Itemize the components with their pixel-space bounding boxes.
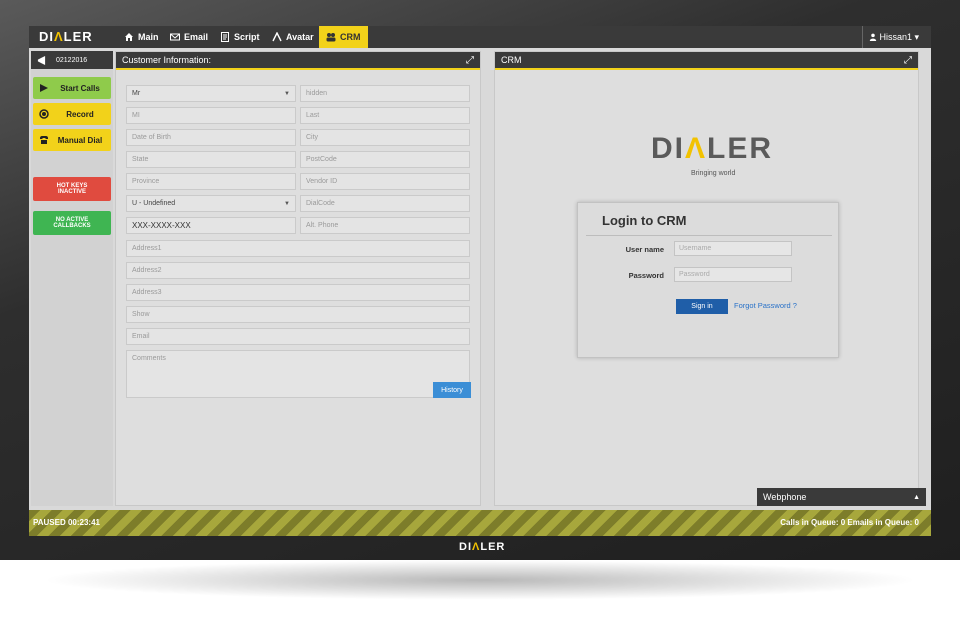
callbacks-status[interactable]: NO ACTIVE CALLBACKS bbox=[33, 211, 111, 235]
address2-field[interactable]: Address2 bbox=[126, 262, 470, 279]
show-field[interactable]: Show bbox=[126, 306, 470, 323]
password-input[interactable]: Password bbox=[674, 267, 792, 282]
users-icon bbox=[326, 33, 336, 42]
vendor-id-field[interactable]: Vendor ID bbox=[300, 173, 470, 190]
province-field[interactable]: Province bbox=[126, 173, 296, 190]
forgot-password-link[interactable]: Forgot Password ? bbox=[734, 301, 797, 310]
start-calls-button[interactable]: Start Calls bbox=[33, 77, 111, 99]
customer-info-title: Customer Information: bbox=[122, 55, 212, 65]
tab-script-label: Script bbox=[234, 32, 260, 42]
address3-field[interactable]: Address3 bbox=[126, 284, 470, 301]
comments-field[interactable]: Comments bbox=[126, 350, 470, 398]
customer-info-header: Customer Information: ⤢ bbox=[116, 52, 480, 70]
customer-info-panel: Customer Information: ⤢ Mr ▼ hidden MI La… bbox=[115, 51, 481, 506]
salutation-select[interactable]: Mr ▼ bbox=[126, 85, 296, 102]
avatar-icon bbox=[272, 32, 282, 42]
record-label: Record bbox=[66, 109, 94, 119]
address1-field[interactable]: Address1 bbox=[126, 240, 470, 257]
crm-panel: CRM ⤢ DIΛLER Bringing world Login to CRM… bbox=[494, 51, 919, 506]
tab-main-label: Main bbox=[138, 32, 159, 42]
tab-main[interactable]: Main bbox=[117, 26, 166, 48]
username-label: User name bbox=[625, 245, 664, 254]
home-icon bbox=[125, 33, 133, 41]
envelope-icon bbox=[170, 33, 180, 41]
sidebar-header: 02122016 bbox=[31, 51, 113, 69]
user-name: Hissan1 ▾ bbox=[879, 31, 919, 42]
email-field[interactable]: Email bbox=[126, 328, 470, 345]
tab-avatar[interactable]: Avatar bbox=[265, 26, 321, 48]
login-box: Login to CRM User name Username Password… bbox=[577, 202, 839, 358]
last-name-field[interactable]: Last bbox=[300, 107, 470, 124]
login-divider bbox=[586, 235, 832, 236]
login-title: Login to CRM bbox=[602, 213, 687, 228]
tab-avatar-label: Avatar bbox=[286, 32, 314, 42]
phone-field[interactable]: XXX-XXXX-XXX bbox=[126, 217, 296, 234]
expand-icon[interactable]: ⤢ bbox=[904, 55, 912, 66]
sidebar-date: 02122016 bbox=[56, 56, 88, 64]
caret-up-icon[interactable]: ▲ bbox=[913, 494, 920, 501]
postcode-field[interactable]: PostCode bbox=[300, 151, 470, 168]
tab-crm-label: CRM bbox=[340, 32, 361, 42]
city-field[interactable]: City bbox=[300, 129, 470, 146]
dialcode-field[interactable]: DialCode bbox=[300, 195, 470, 212]
record-icon bbox=[39, 109, 49, 119]
sign-in-button[interactable]: Sign in bbox=[676, 299, 728, 314]
expand-icon[interactable]: ⤢ bbox=[466, 55, 474, 66]
state-field[interactable]: State bbox=[126, 151, 296, 168]
left-sidebar: 02122016 Start Calls Record Manual Dial … bbox=[31, 51, 113, 506]
tab-script[interactable]: Script bbox=[213, 26, 267, 48]
alt-phone-field[interactable]: Alt. Phone bbox=[300, 217, 470, 234]
crm-logo-tagline: Bringing world bbox=[691, 170, 736, 177]
device-shadow bbox=[40, 560, 920, 600]
phone-icon bbox=[40, 136, 48, 144]
document-icon bbox=[221, 32, 229, 42]
history-button[interactable]: History bbox=[433, 382, 471, 398]
middle-initial-field[interactable]: MI bbox=[126, 107, 296, 124]
dropdown-caret-icon: ▼ bbox=[284, 90, 290, 97]
hot-keys-label: HOT KEYS INACTIVE bbox=[56, 183, 88, 195]
play-icon bbox=[40, 84, 48, 92]
user-icon bbox=[870, 33, 877, 41]
pause-timer: PAUSED 00:23:41 bbox=[33, 518, 100, 527]
status-bar: PAUSED 00:23:41 Calls in Queue: 0 Emails… bbox=[29, 510, 931, 536]
bezel-logo: DIΛLER bbox=[459, 541, 506, 553]
tab-email-label: Email bbox=[184, 32, 209, 42]
gender-select[interactable]: U - Undefined ▼ bbox=[126, 195, 296, 212]
crm-header: CRM ⤢ bbox=[495, 52, 918, 70]
record-button[interactable]: Record bbox=[33, 103, 111, 125]
crm-title: CRM bbox=[501, 55, 522, 65]
start-calls-label: Start Calls bbox=[60, 83, 100, 93]
app-screen: DIΛLER Main Email Script Avatar CRM Hiss… bbox=[29, 26, 931, 536]
dropdown-caret-icon: ▼ bbox=[284, 200, 290, 207]
queue-counts: Calls in Queue: 0 Emails in Queue: 0 bbox=[780, 518, 919, 527]
user-menu[interactable]: Hissan1 ▾ bbox=[862, 26, 919, 48]
manual-dial-button[interactable]: Manual Dial bbox=[33, 129, 111, 151]
tab-email[interactable]: Email bbox=[163, 26, 215, 48]
username-input[interactable]: Username bbox=[674, 241, 792, 256]
crm-logo: DIΛLER bbox=[651, 132, 774, 165]
app-logo: DIΛLER bbox=[39, 29, 93, 44]
webphone-bar[interactable]: Webphone ▲ bbox=[757, 488, 926, 506]
webphone-label: Webphone bbox=[763, 492, 807, 502]
megaphone-icon bbox=[37, 55, 46, 65]
manual-dial-label: Manual Dial bbox=[57, 135, 103, 145]
hidden-field[interactable]: hidden bbox=[300, 85, 470, 102]
hot-keys-status: HOT KEYS INACTIVE bbox=[33, 177, 111, 201]
password-label: Password bbox=[628, 271, 664, 280]
tab-crm[interactable]: CRM bbox=[319, 26, 368, 48]
dob-field[interactable]: Date of Birth bbox=[126, 129, 296, 146]
top-nav: DIΛLER Main Email Script Avatar CRM Hiss… bbox=[29, 26, 931, 48]
callbacks-label: NO ACTIVE CALLBACKS bbox=[53, 217, 91, 229]
